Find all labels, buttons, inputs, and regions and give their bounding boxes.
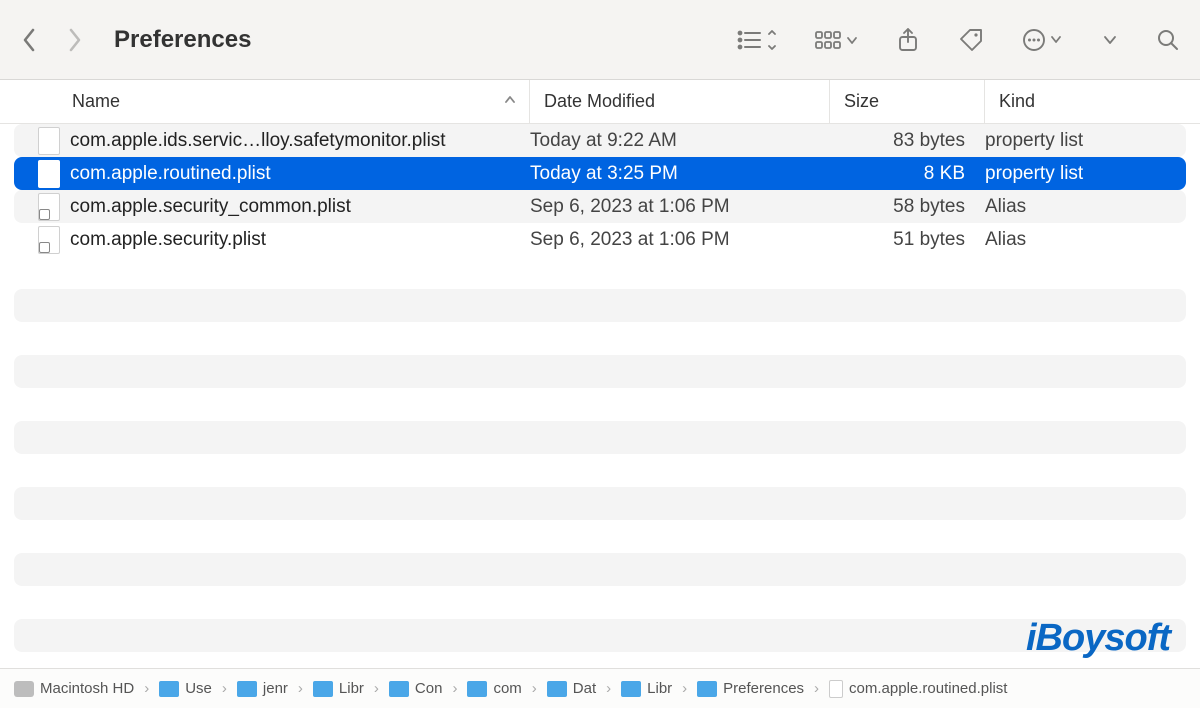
- column-size[interactable]: Size: [830, 80, 985, 123]
- file-size: 83 bytes: [830, 130, 985, 152]
- file-kind: Alias: [985, 196, 1186, 218]
- folder-icon: [313, 681, 333, 697]
- path-separator-icon: ›: [374, 680, 379, 697]
- file-row[interactable]: com.apple.ids.servic…lloy.safetymonitor.…: [14, 124, 1186, 157]
- column-kind[interactable]: Kind: [985, 80, 1200, 123]
- path-separator-icon: ›: [814, 680, 819, 697]
- column-header: Name Date Modified Size Kind: [0, 80, 1200, 124]
- folder-icon: [237, 681, 257, 697]
- path-label: com: [493, 680, 521, 697]
- folder-icon: [697, 681, 717, 697]
- empty-row: [14, 487, 1186, 520]
- file-icon: [38, 127, 60, 155]
- view-list-icon[interactable]: [736, 28, 776, 52]
- path-label: Libr: [647, 680, 672, 697]
- file-size: 58 bytes: [830, 196, 985, 218]
- toolbar: Preferences: [0, 0, 1200, 80]
- file-list: com.apple.ids.servic…lloy.safetymonitor.…: [0, 124, 1200, 668]
- chevron-down-icon[interactable]: [1102, 32, 1118, 48]
- sort-ascending-icon: [503, 91, 517, 112]
- path-separator-icon: ›: [682, 680, 687, 697]
- folder-icon: [621, 681, 641, 697]
- path-segment[interactable]: Use: [159, 680, 212, 697]
- action-menu-icon[interactable]: [1022, 27, 1064, 53]
- file-date: Sep 6, 2023 at 1:06 PM: [530, 196, 830, 218]
- path-label: com.apple.routined.plist: [849, 680, 1007, 697]
- path-segment[interactable]: Dat: [547, 680, 596, 697]
- path-separator-icon: ›: [144, 680, 149, 697]
- group-icon[interactable]: [814, 28, 858, 52]
- column-name-label: Name: [72, 91, 120, 112]
- path-separator-icon: ›: [532, 680, 537, 697]
- file-kind: property list: [985, 163, 1186, 185]
- file-row[interactable]: com.apple.security.plist Sep 6, 2023 at 1…: [14, 223, 1186, 256]
- file-icon: [38, 226, 60, 254]
- forward-button[interactable]: [66, 26, 84, 54]
- watermark: iBoysoft: [1026, 617, 1170, 660]
- path-segment[interactable]: Con: [389, 680, 443, 697]
- file-icon: [829, 680, 843, 698]
- path-label: Con: [415, 680, 443, 697]
- path-label: Libr: [339, 680, 364, 697]
- path-label: Preferences: [723, 680, 804, 697]
- file-name: com.apple.routined.plist: [70, 163, 271, 185]
- column-date[interactable]: Date Modified: [530, 80, 830, 123]
- file-name: com.apple.ids.servic…lloy.safetymonitor.…: [70, 130, 446, 152]
- file-size: 51 bytes: [830, 229, 985, 251]
- file-date: Today at 9:22 AM: [530, 130, 830, 152]
- path-separator-icon: ›: [298, 680, 303, 697]
- file-name: com.apple.security.plist: [70, 229, 266, 251]
- file-date: Sep 6, 2023 at 1:06 PM: [530, 229, 830, 251]
- file-kind: property list: [985, 130, 1186, 152]
- path-separator-icon: ›: [452, 680, 457, 697]
- path-bar: Macintosh HD › Use › jenr › Libr › Con › com › Dat › L…: [0, 668, 1200, 708]
- back-button[interactable]: [20, 26, 38, 54]
- folder-icon: [389, 681, 409, 697]
- tag-icon[interactable]: [958, 27, 984, 53]
- file-size: 8 KB: [830, 163, 985, 185]
- folder-icon: [547, 681, 567, 697]
- path-segment[interactable]: jenr: [237, 680, 288, 697]
- path-label: Dat: [573, 680, 596, 697]
- path-separator-icon: ›: [606, 680, 611, 697]
- path-label: Macintosh HD: [40, 680, 134, 697]
- empty-row: [14, 619, 1186, 652]
- file-icon: [38, 193, 60, 221]
- file-date: Today at 3:25 PM: [530, 163, 830, 185]
- empty-row: [14, 289, 1186, 322]
- path-segment[interactable]: com: [467, 680, 521, 697]
- empty-row: [14, 553, 1186, 586]
- path-segment[interactable]: Libr: [621, 680, 672, 697]
- file-kind: Alias: [985, 229, 1186, 251]
- file-row[interactable]: com.apple.security_common.plist Sep 6, 20…: [14, 190, 1186, 223]
- file-name: com.apple.security_common.plist: [70, 196, 351, 218]
- empty-row: [14, 355, 1186, 388]
- column-name[interactable]: Name: [0, 80, 530, 123]
- path-segment[interactable]: Preferences: [697, 680, 804, 697]
- window-title: Preferences: [114, 26, 251, 54]
- folder-icon: [467, 681, 487, 697]
- file-row[interactable]: com.apple.routined.plist Today at 3:25 PM…: [14, 157, 1186, 190]
- share-icon[interactable]: [896, 27, 920, 53]
- file-icon: [38, 160, 60, 188]
- empty-row: [14, 421, 1186, 454]
- path-segment[interactable]: com.apple.routined.plist: [829, 680, 1007, 698]
- folder-icon: [159, 681, 179, 697]
- path-label: jenr: [263, 680, 288, 697]
- path-segment[interactable]: Libr: [313, 680, 364, 697]
- disk-icon: [14, 681, 34, 697]
- path-segment[interactable]: Macintosh HD: [14, 680, 134, 697]
- search-icon[interactable]: [1156, 28, 1180, 52]
- path-label: Use: [185, 680, 212, 697]
- path-separator-icon: ›: [222, 680, 227, 697]
